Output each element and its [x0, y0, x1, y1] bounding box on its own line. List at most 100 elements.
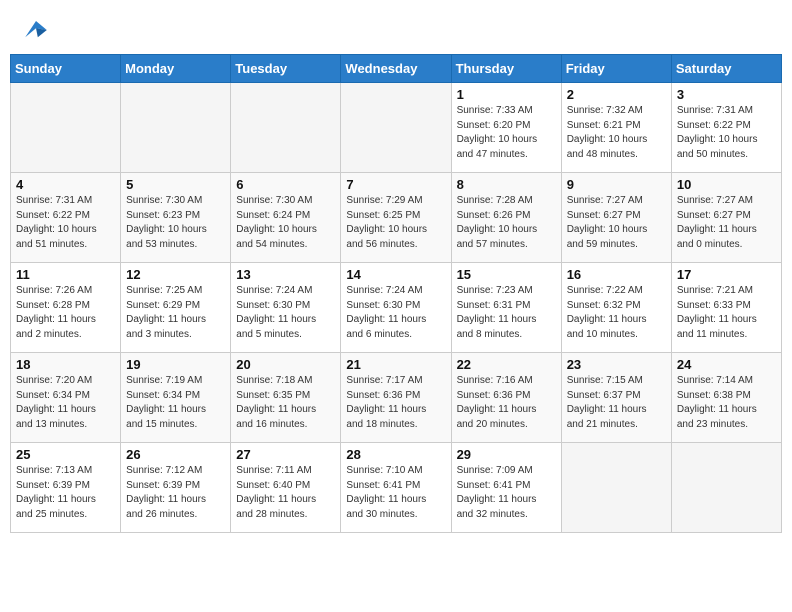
calendar-cell: 1 Sunrise: 7:33 AM Sunset: 6:20 PM Daylig…: [451, 83, 561, 173]
calendar-cell: [121, 83, 231, 173]
day-info: Sunrise: 7:26 AM Sunset: 6:28 PM Dayligh…: [16, 284, 115, 342]
calendar-cell: 16 Sunrise: 7:22 AM Sunset: 6:32 PM Dayli…: [561, 263, 671, 353]
calendar-week-row: 18Sunrise: 7:20 AM Sunset: 6:34 PM Dayli…: [11, 353, 782, 443]
day-info: Sunrise: 7:27 AM Sunset: 6:27 PM Dayligh…: [567, 194, 666, 252]
day-number: 10: [677, 177, 776, 192]
day-number: 4: [16, 177, 115, 192]
day-info: Sunrise: 7:27 AM Sunset: 6:27 PM Dayligh…: [677, 194, 776, 252]
logo-bird-icon: [18, 12, 54, 48]
day-info: Sunrise: 7:19 AM Sunset: 6:34 PM Dayligh…: [126, 374, 225, 432]
day-header-row: SundayMondayTuesdayWednesdayThursdayFrid…: [11, 55, 782, 83]
day-info: Sunrise: 7:25 AM Sunset: 6:29 PM Dayligh…: [126, 284, 225, 342]
day-number: 20: [236, 357, 335, 372]
calendar-cell: [341, 83, 451, 173]
day-info: Sunrise: 7:28 AM Sunset: 6:26 PM Dayligh…: [457, 194, 556, 252]
calendar-cell: [11, 83, 121, 173]
day-info: Sunrise: 7:22 AM Sunset: 6:32 PM Dayligh…: [567, 284, 666, 342]
day-number: 29: [457, 447, 556, 462]
calendar-cell: 4 Sunrise: 7:31 AM Sunset: 6:22 PM Daylig…: [11, 173, 121, 263]
day-number: 7: [346, 177, 445, 192]
calendar-cell: 9 Sunrise: 7:27 AM Sunset: 6:27 PM Daylig…: [561, 173, 671, 263]
day-number: 22: [457, 357, 556, 372]
page-header: [0, 0, 792, 54]
calendar-cell: 23 Sunrise: 7:15 AM Sunset: 6:37 PM Dayli…: [561, 353, 671, 443]
calendar-body: 1 Sunrise: 7:33 AM Sunset: 6:20 PM Daylig…: [11, 83, 782, 533]
calendar-cell: 27 Sunrise: 7:11 AM Sunset: 6:40 PM Dayli…: [231, 443, 341, 533]
calendar-cell: 13 Sunrise: 7:24 AM Sunset: 6:30 PM Dayli…: [231, 263, 341, 353]
calendar-cell: 25 Sunrise: 7:13 AM Sunset: 6:39 PM Dayli…: [11, 443, 121, 533]
day-info: Sunrise: 7:13 AM Sunset: 6:39 PM Dayligh…: [16, 464, 115, 522]
calendar-cell: 19Sunrise: 7:19 AM Sunset: 6:34 PM Dayli…: [121, 353, 231, 443]
day-of-week-header: Monday: [121, 55, 231, 83]
day-info: Sunrise: 7:23 AM Sunset: 6:31 PM Dayligh…: [457, 284, 556, 342]
day-info: Sunrise: 7:21 AM Sunset: 6:33 PM Dayligh…: [677, 284, 776, 342]
day-number: 12: [126, 267, 225, 282]
calendar-week-row: 25 Sunrise: 7:13 AM Sunset: 6:39 PM Dayli…: [11, 443, 782, 533]
calendar-cell: 26 Sunrise: 7:12 AM Sunset: 6:39 PM Dayli…: [121, 443, 231, 533]
calendar-cell: 21Sunrise: 7:17 AM Sunset: 6:36 PM Dayli…: [341, 353, 451, 443]
day-number: 16: [567, 267, 666, 282]
day-info: Sunrise: 7:33 AM Sunset: 6:20 PM Dayligh…: [457, 104, 556, 162]
calendar-cell: 2 Sunrise: 7:32 AM Sunset: 6:21 PM Daylig…: [561, 83, 671, 173]
calendar-cell: 18Sunrise: 7:20 AM Sunset: 6:34 PM Dayli…: [11, 353, 121, 443]
day-number: 11: [16, 267, 115, 282]
calendar-cell: [561, 443, 671, 533]
day-number: 8: [457, 177, 556, 192]
day-of-week-header: Thursday: [451, 55, 561, 83]
day-of-week-header: Saturday: [671, 55, 781, 83]
calendar-cell: 22Sunrise: 7:16 AM Sunset: 6:36 PM Dayli…: [451, 353, 561, 443]
calendar-cell: 29Sunrise: 7:09 AM Sunset: 6:41 PM Dayli…: [451, 443, 561, 533]
day-number: 25: [16, 447, 115, 462]
day-number: 26: [126, 447, 225, 462]
calendar-cell: 20 Sunrise: 7:18 AM Sunset: 6:35 PM Dayli…: [231, 353, 341, 443]
day-info: Sunrise: 7:10 AM Sunset: 6:41 PM Dayligh…: [346, 464, 445, 522]
day-info: Sunrise: 7:12 AM Sunset: 6:39 PM Dayligh…: [126, 464, 225, 522]
calendar-cell: 6Sunrise: 7:30 AM Sunset: 6:24 PM Daylig…: [231, 173, 341, 263]
day-info: Sunrise: 7:18 AM Sunset: 6:35 PM Dayligh…: [236, 374, 335, 432]
calendar-cell: 11 Sunrise: 7:26 AM Sunset: 6:28 PM Dayli…: [11, 263, 121, 353]
calendar-cell: 12 Sunrise: 7:25 AM Sunset: 6:29 PM Dayli…: [121, 263, 231, 353]
calendar-cell: 14 Sunrise: 7:24 AM Sunset: 6:30 PM Dayli…: [341, 263, 451, 353]
day-number: 15: [457, 267, 556, 282]
calendar-cell: 5Sunrise: 7:30 AM Sunset: 6:23 PM Daylig…: [121, 173, 231, 263]
day-number: 1: [457, 87, 556, 102]
day-info: Sunrise: 7:24 AM Sunset: 6:30 PM Dayligh…: [236, 284, 335, 342]
calendar-cell: [231, 83, 341, 173]
day-number: 21: [346, 357, 445, 372]
day-number: 23: [567, 357, 666, 372]
calendar-week-row: 1 Sunrise: 7:33 AM Sunset: 6:20 PM Daylig…: [11, 83, 782, 173]
day-info: Sunrise: 7:14 AM Sunset: 6:38 PM Dayligh…: [677, 374, 776, 432]
day-info: Sunrise: 7:32 AM Sunset: 6:21 PM Dayligh…: [567, 104, 666, 162]
calendar-cell: 8 Sunrise: 7:28 AM Sunset: 6:26 PM Daylig…: [451, 173, 561, 263]
calendar-week-row: 4 Sunrise: 7:31 AM Sunset: 6:22 PM Daylig…: [11, 173, 782, 263]
day-number: 28: [346, 447, 445, 462]
day-number: 3: [677, 87, 776, 102]
logo: [18, 12, 58, 48]
calendar-cell: 7 Sunrise: 7:29 AM Sunset: 6:25 PM Daylig…: [341, 173, 451, 263]
calendar-week-row: 11 Sunrise: 7:26 AM Sunset: 6:28 PM Dayli…: [11, 263, 782, 353]
day-info: Sunrise: 7:30 AM Sunset: 6:23 PM Dayligh…: [126, 194, 225, 252]
day-number: 18: [16, 357, 115, 372]
day-info: Sunrise: 7:29 AM Sunset: 6:25 PM Dayligh…: [346, 194, 445, 252]
day-info: Sunrise: 7:15 AM Sunset: 6:37 PM Dayligh…: [567, 374, 666, 432]
calendar-cell: 24 Sunrise: 7:14 AM Sunset: 6:38 PM Dayli…: [671, 353, 781, 443]
calendar-cell: 3Sunrise: 7:31 AM Sunset: 6:22 PM Daylig…: [671, 83, 781, 173]
day-of-week-header: Sunday: [11, 55, 121, 83]
day-info: Sunrise: 7:31 AM Sunset: 6:22 PM Dayligh…: [16, 194, 115, 252]
day-of-week-header: Tuesday: [231, 55, 341, 83]
calendar-cell: 17 Sunrise: 7:21 AM Sunset: 6:33 PM Dayli…: [671, 263, 781, 353]
day-number: 2: [567, 87, 666, 102]
day-number: 27: [236, 447, 335, 462]
day-info: Sunrise: 7:11 AM Sunset: 6:40 PM Dayligh…: [236, 464, 335, 522]
calendar-wrapper: SundayMondayTuesdayWednesdayThursdayFrid…: [0, 54, 792, 543]
day-of-week-header: Wednesday: [341, 55, 451, 83]
day-info: Sunrise: 7:24 AM Sunset: 6:30 PM Dayligh…: [346, 284, 445, 342]
day-number: 13: [236, 267, 335, 282]
calendar-header: SundayMondayTuesdayWednesdayThursdayFrid…: [11, 55, 782, 83]
day-number: 9: [567, 177, 666, 192]
calendar-cell: 15 Sunrise: 7:23 AM Sunset: 6:31 PM Dayli…: [451, 263, 561, 353]
day-number: 14: [346, 267, 445, 282]
day-number: 24: [677, 357, 776, 372]
day-number: 17: [677, 267, 776, 282]
day-of-week-header: Friday: [561, 55, 671, 83]
